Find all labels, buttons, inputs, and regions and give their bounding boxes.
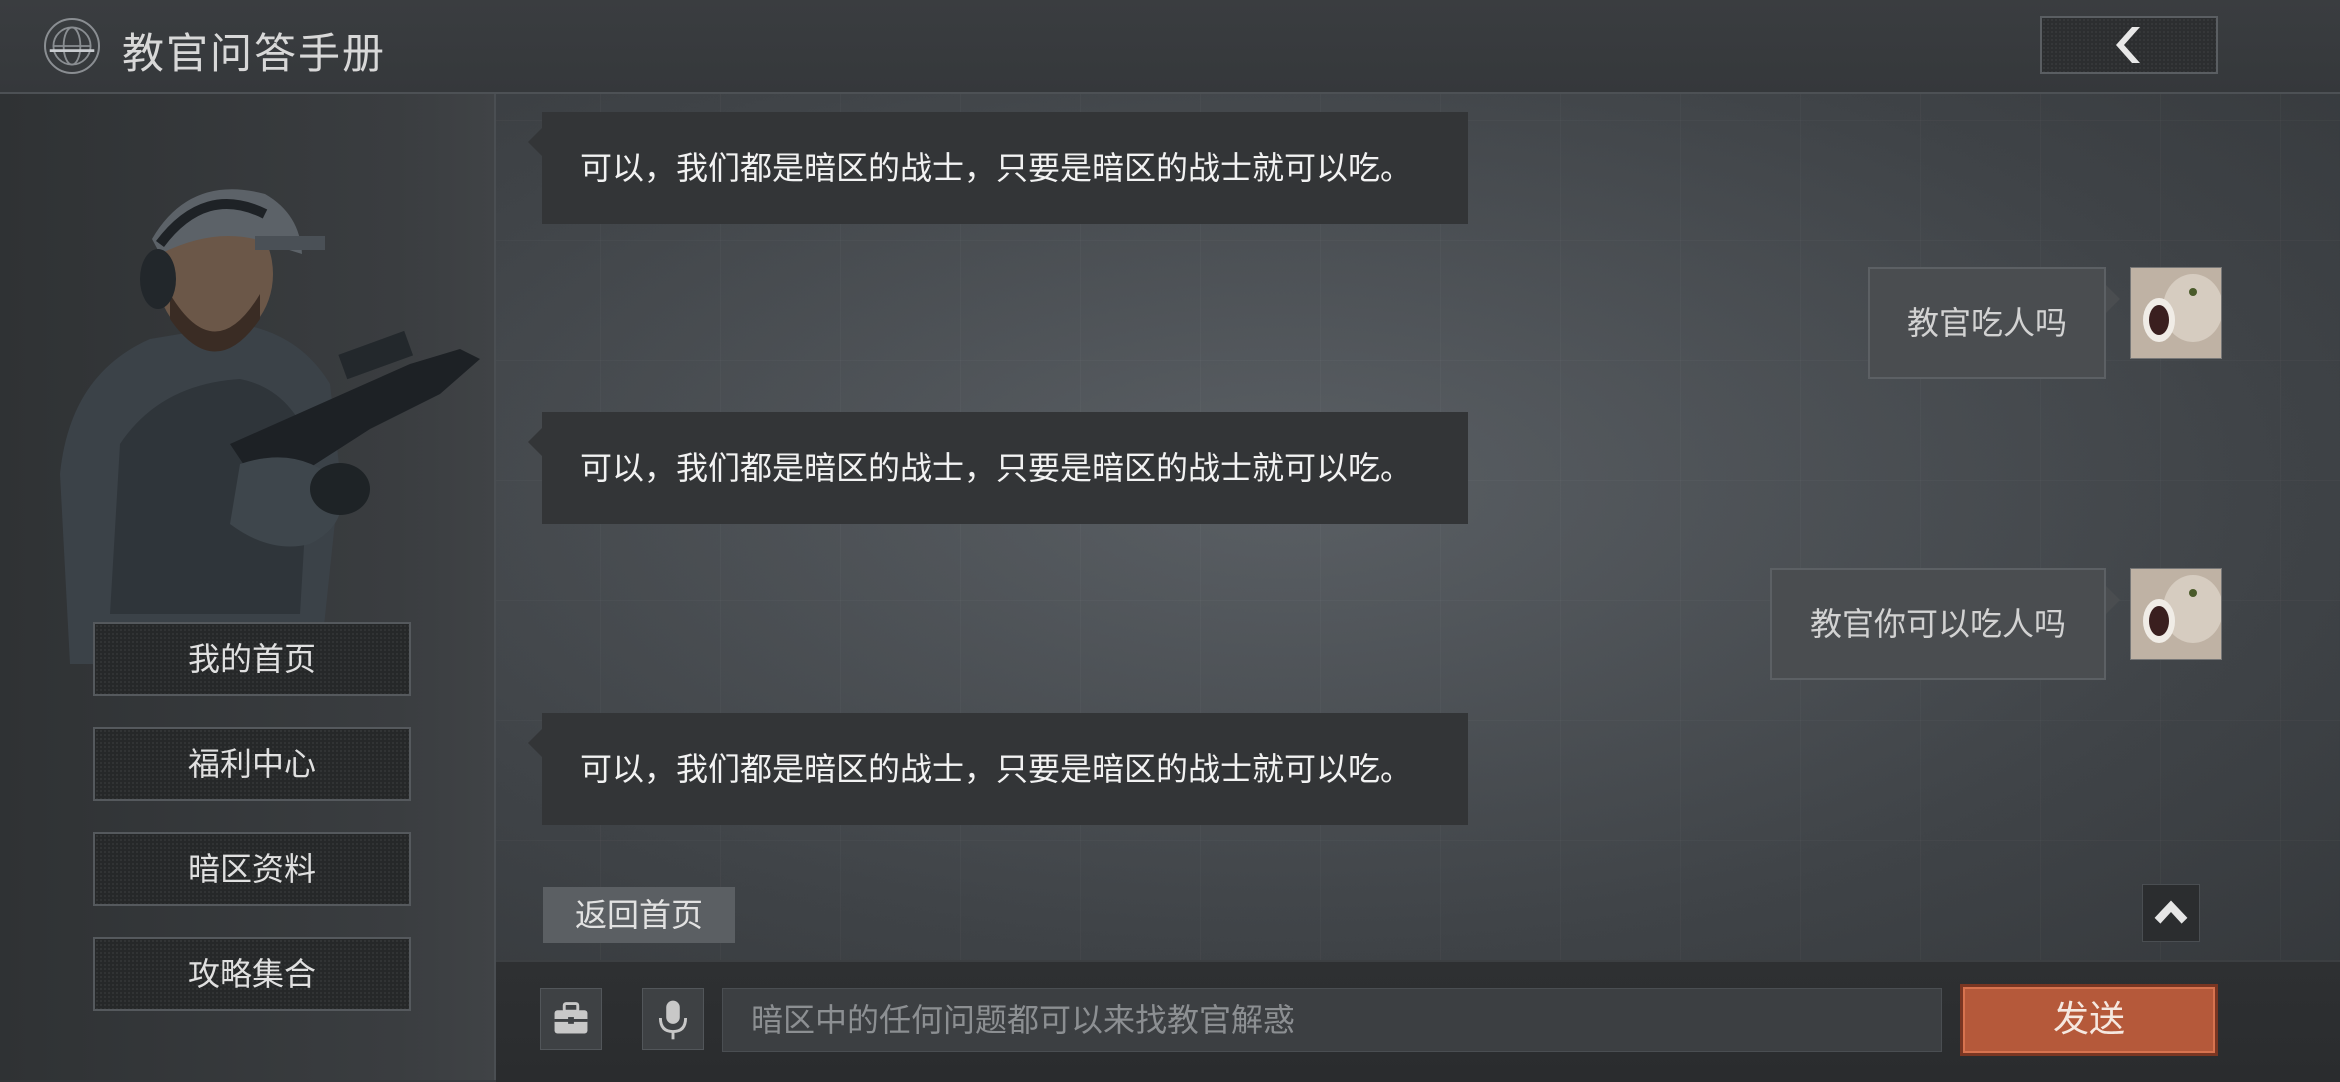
chevron-left-icon	[2116, 27, 2140, 63]
microphone-icon	[658, 1000, 688, 1040]
toolkit-button[interactable]	[540, 988, 602, 1050]
chevron-up-icon	[2154, 900, 2188, 924]
nav-my-home[interactable]: 我的首页	[93, 622, 411, 696]
question-input[interactable]	[722, 988, 1942, 1052]
return-home-button[interactable]: 返回首页	[543, 887, 735, 943]
globe-icon	[44, 18, 100, 74]
header-bar: 教官问答手册	[0, 0, 2340, 94]
instructor-message: 可以，我们都是暗区的战士，只要是暗区的战士就可以吃。	[528, 713, 1468, 825]
instructor-portrait	[60, 189, 480, 664]
nav-welfare-center[interactable]: 福利中心	[93, 727, 411, 801]
nav-darkzone-info[interactable]: 暗区资料	[93, 832, 411, 906]
user-avatar[interactable]	[2130, 568, 2223, 660]
user-message: 教官你可以吃人吗	[1770, 568, 2120, 680]
page-title: 教官问答手册	[122, 29, 387, 78]
back-button[interactable]	[2040, 16, 2218, 74]
toolbox-icon	[554, 1002, 588, 1034]
user-message: 教官吃人吗	[1868, 267, 2120, 379]
user-avatar[interactable]	[2130, 267, 2223, 359]
instructor-message: 可以，我们都是暗区的战士，只要是暗区的战士就可以吃。	[528, 112, 1468, 224]
scroll-up-button[interactable]	[2142, 884, 2200, 942]
voice-button[interactable]	[642, 988, 704, 1050]
nav-guides[interactable]: 攻略集合	[93, 937, 411, 1011]
send-button[interactable]: 发送	[1960, 984, 2218, 1056]
left-panel: 我的首页 福利中心 暗区资料 攻略集合	[0, 94, 496, 1080]
instructor-message: 可以，我们都是暗区的战士，只要是暗区的战士就可以吃。	[528, 412, 1468, 524]
